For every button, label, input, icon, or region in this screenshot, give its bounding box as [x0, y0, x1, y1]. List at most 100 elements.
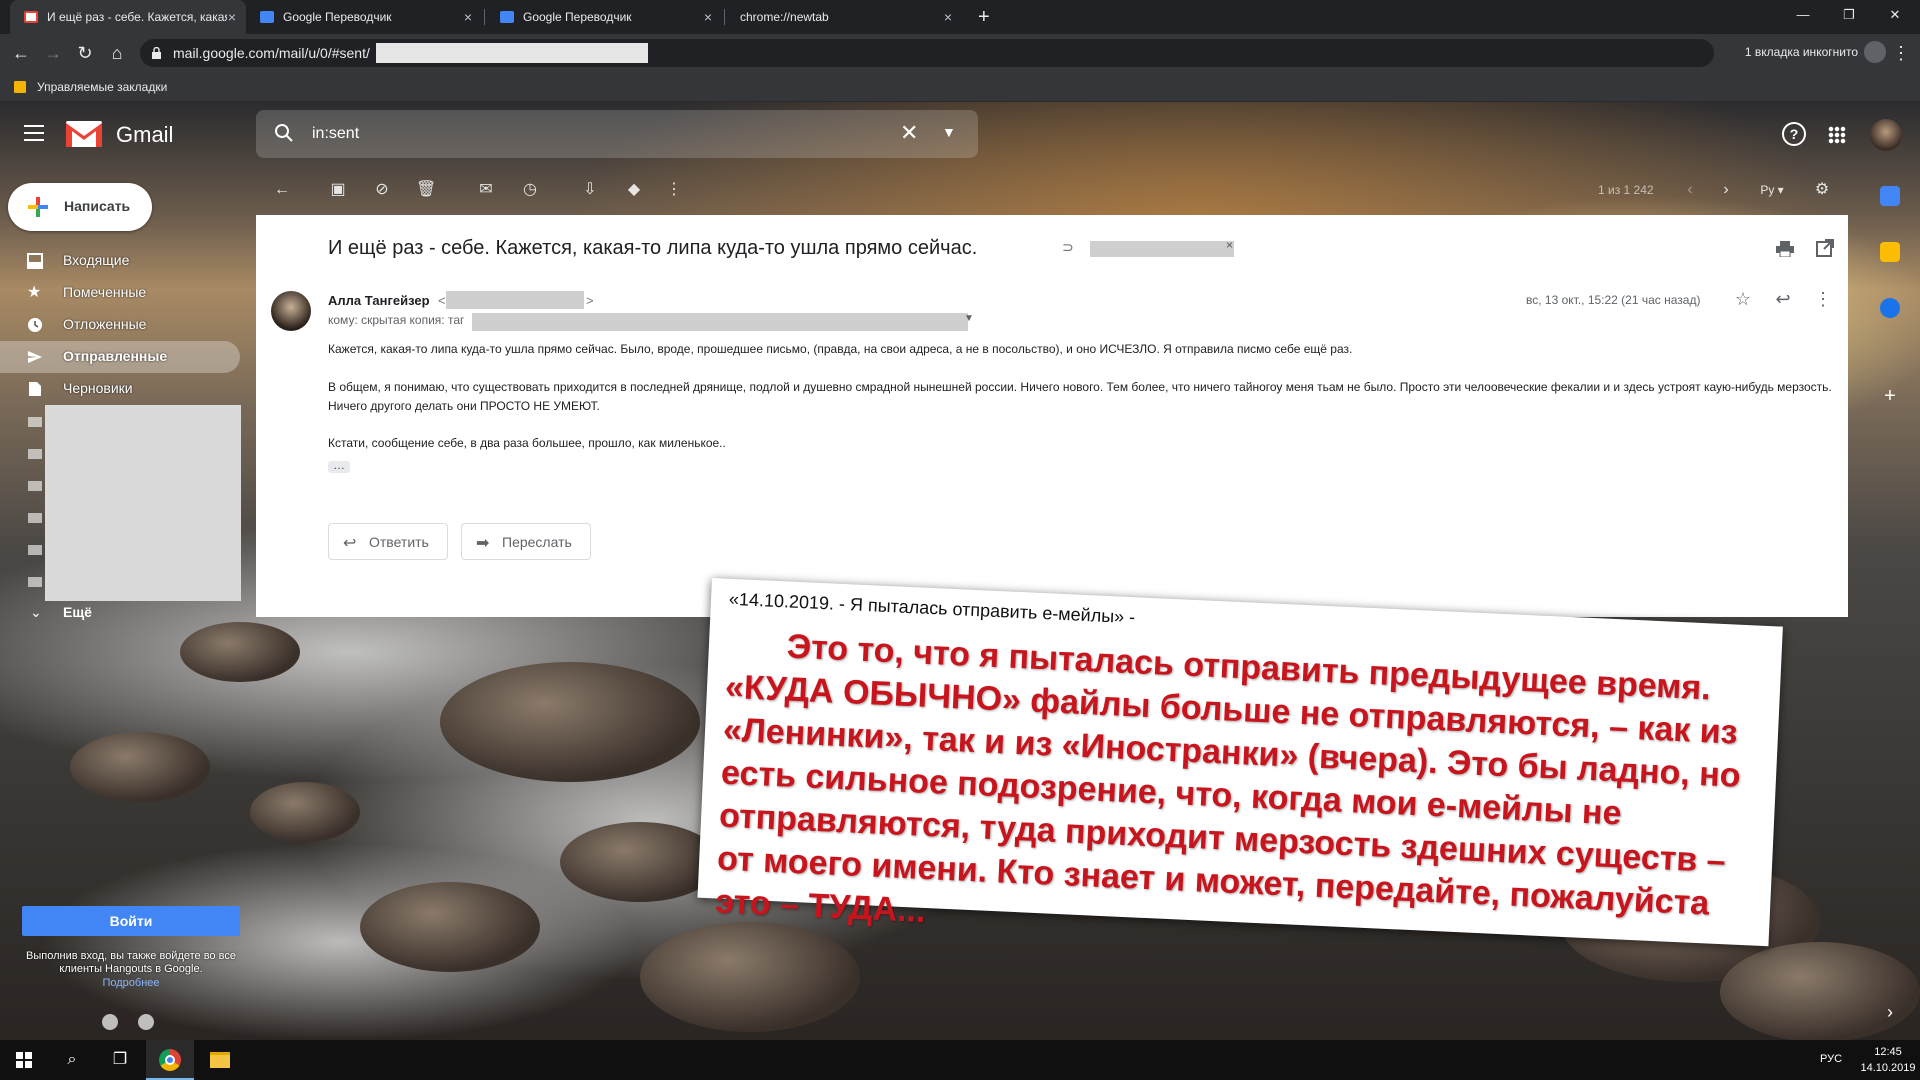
search-icon[interactable]: [274, 123, 294, 143]
print-icon[interactable]: [1776, 241, 1794, 257]
label-tag-icon[interactable]: ◆: [624, 180, 644, 200]
restore-icon[interactable]: ❐: [1826, 0, 1872, 30]
sidebar-item-inbox[interactable]: Входящие: [0, 245, 240, 277]
more-actions-icon[interactable]: ⋮: [664, 180, 684, 200]
expand-panel-icon[interactable]: ›: [1880, 1002, 1900, 1022]
hangouts-learn-more-link[interactable]: Подробнее: [22, 977, 240, 989]
compose-button[interactable]: Написать: [8, 183, 152, 231]
incognito-icon[interactable]: [1864, 41, 1886, 63]
snooze-icon[interactable]: ◷: [520, 180, 540, 200]
close-window-icon[interactable]: ✕: [1872, 0, 1918, 30]
input-tools-label: Ру: [1760, 183, 1775, 197]
tab-title: И ещё раз - себе. Кажется, какая: [47, 10, 227, 24]
tab-translate-1[interactable]: Google Переводчик ×: [246, 0, 482, 34]
newer-icon[interactable]: ‹: [1680, 180, 1700, 200]
contacts-icon[interactable]: [102, 1014, 118, 1030]
calendar-icon[interactable]: [1880, 186, 1900, 206]
sidebar-item-drafts[interactable]: Черновики: [0, 373, 240, 405]
input-language[interactable]: РУС: [1820, 1053, 1842, 1065]
input-tools-lang[interactable]: Ру ▾: [1752, 180, 1792, 200]
note-text: ...: [896, 890, 927, 931]
message-subject: И ещё раз - себе. Кажется, какая-то липа…: [328, 237, 978, 259]
sender-avatar[interactable]: [271, 291, 311, 331]
search-options-icon[interactable]: ▼: [942, 124, 956, 140]
minimize-icon[interactable]: —: [1780, 0, 1826, 30]
url-text: mail.google.com/mail/u/0/#sent/: [173, 45, 370, 61]
home-icon[interactable]: ⌂: [104, 41, 130, 65]
archive-icon[interactable]: ▣: [328, 180, 348, 200]
overlay-note-image: «14.10.2019. - Я пыталась отправить е-ме…: [697, 578, 1783, 947]
help-icon[interactable]: ?: [1782, 122, 1806, 146]
close-tab-icon[interactable]: ×: [944, 9, 952, 25]
label-icon: [28, 545, 42, 555]
add-addon-icon[interactable]: +: [1880, 386, 1900, 406]
sidebar-item-label: Отложенные: [63, 316, 147, 332]
reply-icon[interactable]: ↩: [1772, 289, 1794, 310]
close-tab-icon[interactable]: ×: [228, 9, 236, 25]
tasks-icon[interactable]: [1880, 298, 1900, 318]
search-bar[interactable]: in:sent ✕ ▼: [256, 110, 978, 158]
star-message-icon[interactable]: ☆: [1732, 289, 1754, 310]
report-spam-icon[interactable]: ⊘: [372, 180, 392, 200]
delete-icon[interactable]: 🗑: [416, 180, 436, 200]
sidebar-item-starred[interactable]: ★ Помеченные: [0, 277, 240, 309]
windows-start-icon[interactable]: [0, 1040, 48, 1080]
settings-gear-icon[interactable]: ⚙: [1812, 180, 1832, 200]
hangouts-icon[interactable]: [138, 1014, 154, 1030]
address-bar[interactable]: mail.google.com/mail/u/0/#sent/: [140, 39, 1714, 67]
system-clock[interactable]: 12:45 14.10.2019: [1860, 1044, 1916, 1076]
account-avatar[interactable]: [1870, 119, 1902, 151]
back-icon[interactable]: ←: [8, 41, 34, 65]
tab-translate-2[interactable]: Google Переводчик ×: [486, 0, 722, 34]
reply-button[interactable]: ↩ Ответить: [328, 523, 448, 560]
show-details-icon[interactable]: ▼: [964, 313, 974, 324]
redacted-recipients: [472, 313, 968, 331]
label-icon: [28, 417, 42, 427]
tab-newtab[interactable]: chrome://newtab ×: [726, 0, 962, 34]
sender-bracket-close: >: [586, 293, 594, 308]
older-icon[interactable]: ›: [1716, 180, 1736, 200]
forward-button[interactable]: ➡ Переслать: [461, 523, 591, 560]
sidebar-more[interactable]: ⌄ Ещё: [30, 604, 92, 621]
folder-icon: [14, 81, 26, 93]
back-to-list-icon[interactable]: ←: [272, 180, 292, 200]
forward-icon[interactable]: →: [40, 41, 66, 65]
remove-label-icon[interactable]: ×: [1226, 238, 1233, 252]
label-icon: [28, 577, 42, 587]
sender-bracket-open: <: [438, 293, 446, 308]
main-menu-icon[interactable]: [24, 125, 44, 146]
sidebar-item-snoozed[interactable]: Отложенные: [0, 309, 240, 341]
clear-search-icon[interactable]: ✕: [900, 120, 918, 146]
importance-marker-icon[interactable]: ⊃: [1062, 239, 1074, 256]
apps-grid-icon[interactable]: [1828, 126, 1846, 144]
star-icon: ★: [27, 284, 42, 301]
move-to-icon[interactable]: ⇩: [580, 180, 600, 200]
chrome-taskbar-icon[interactable]: [146, 1040, 194, 1080]
gmail-logo-icon: [66, 121, 102, 147]
hangouts-signin-button[interactable]: Войти: [22, 906, 240, 936]
new-tab-button[interactable]: +: [972, 0, 1002, 34]
bookmarks-bar: Управляемые закладки: [0, 72, 1920, 102]
message-paragraph: В общем, я понимаю, что существовать при…: [328, 380, 1832, 413]
bookmark-folder-managed[interactable]: Управляемые закладки: [37, 80, 167, 94]
tab-title: Google Переводчик: [283, 10, 392, 24]
message-more-icon[interactable]: ⋮: [1812, 289, 1834, 310]
chrome-menu-icon[interactable]: ⋮: [1888, 41, 1914, 65]
search-input[interactable]: in:sent: [312, 125, 359, 143]
reload-icon[interactable]: ↻: [72, 41, 98, 65]
tab-gmail[interactable]: И ещё раз - себе. Кажется, какая ×: [10, 0, 246, 34]
message-view: И ещё раз - себе. Кажется, какая-то липа…: [256, 215, 1848, 617]
search-icon[interactable]: ⌕: [48, 1040, 96, 1080]
tab-title: Google Переводчик: [523, 10, 632, 24]
keep-icon[interactable]: [1880, 242, 1900, 262]
open-new-window-icon[interactable]: [1816, 239, 1834, 257]
show-trimmed-content-button[interactable]: …: [328, 459, 350, 473]
sender-name: Алла Тангейзер: [328, 293, 430, 308]
task-view-icon[interactable]: ❐: [96, 1040, 144, 1080]
close-tab-icon[interactable]: ×: [464, 9, 472, 25]
sidebar-item-sent[interactable]: Отправленные: [0, 341, 240, 373]
mark-unread-icon[interactable]: ✉: [476, 180, 496, 200]
message-date: вс, 13 окт., 15:22 (21 час назад): [1526, 293, 1701, 307]
close-tab-icon[interactable]: ×: [704, 9, 712, 25]
file-explorer-icon[interactable]: [196, 1040, 244, 1080]
